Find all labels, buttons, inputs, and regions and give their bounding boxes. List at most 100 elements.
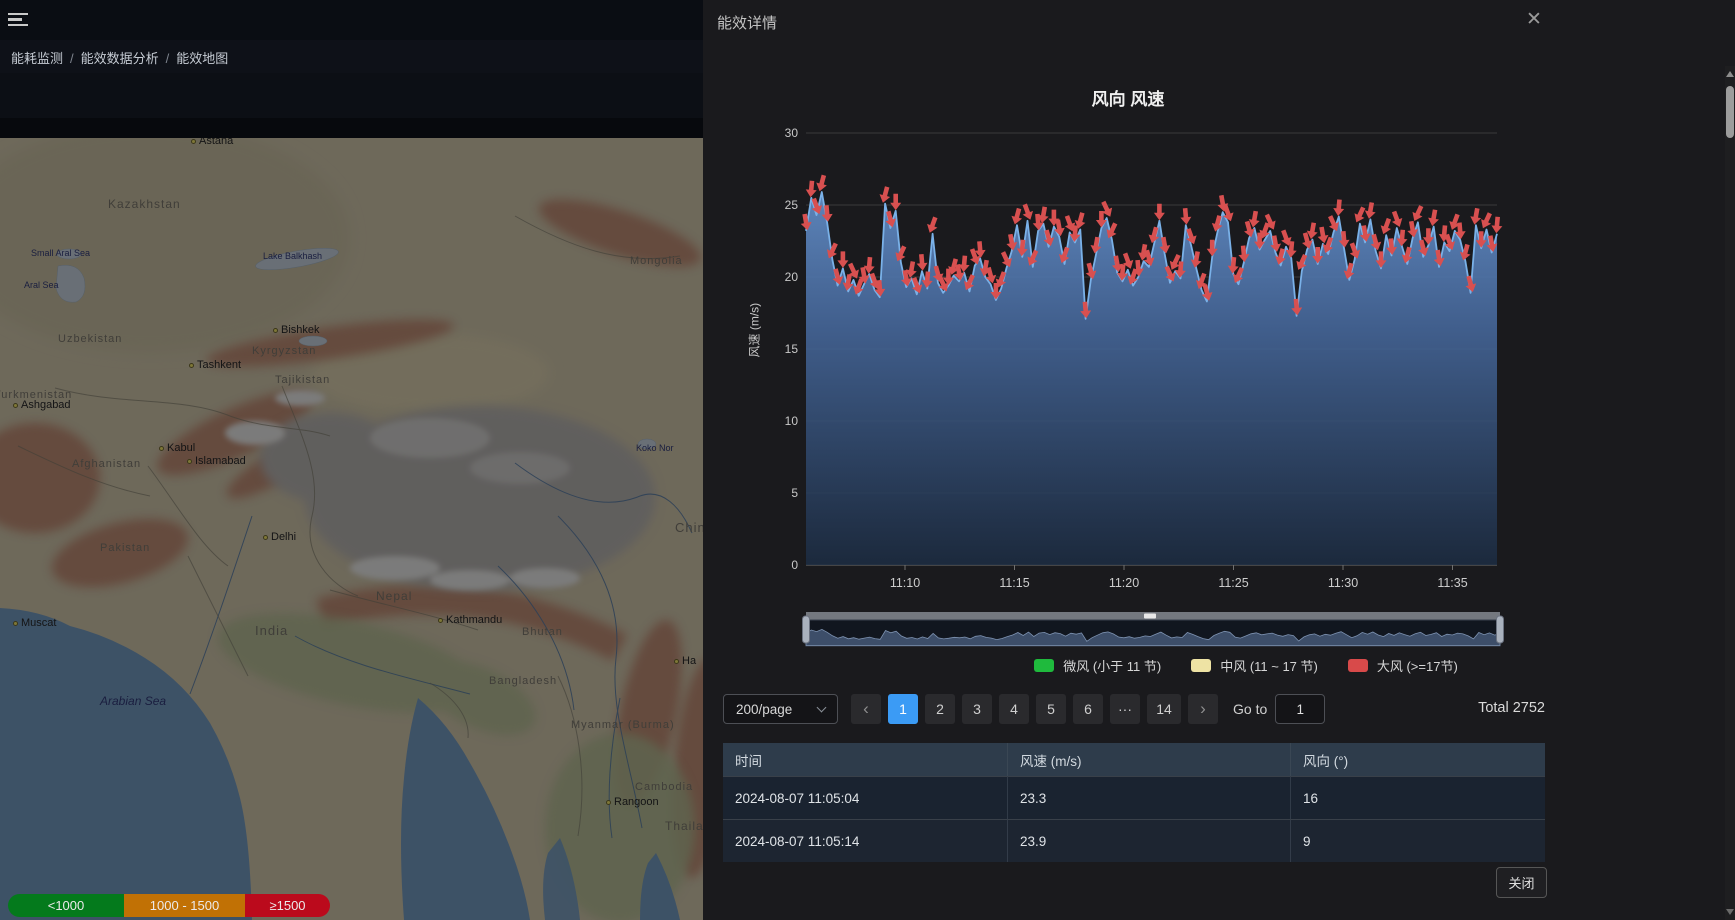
y-tick-label: 15 (785, 342, 799, 356)
legend-item[interactable]: 微风 (小于 11 节) (1034, 656, 1161, 675)
chevron-down-icon (817, 703, 827, 713)
map-legend-segment[interactable]: ≥1500 (245, 894, 330, 917)
y-tick-label: 5 (791, 486, 798, 500)
breadcrumb-item[interactable]: 能效数据分析 (81, 51, 159, 66)
y-tick-label: 30 (785, 126, 799, 140)
city-marker-dot (159, 446, 164, 451)
map-country-label: Mongolia (630, 255, 683, 267)
y-tick-label: 10 (785, 414, 799, 428)
y-tick-label: 20 (785, 270, 799, 284)
y-tick-label: 0 (791, 558, 798, 572)
map-water-label: Arabian Sea (100, 694, 166, 708)
scrollbar[interactable] (1725, 66, 1735, 920)
wind-direction-arrow (1427, 209, 1441, 227)
map-city-label: Bishkek (273, 324, 320, 336)
x-tick-label: 11:20 (1109, 576, 1139, 590)
map-country-label: Nepal (376, 589, 412, 603)
scroll-down-icon[interactable] (1726, 909, 1734, 915)
legend-item[interactable]: 中风 (11 ~ 17 节) (1191, 656, 1318, 675)
wind-direction-arrow (1154, 204, 1165, 221)
datazoom-right-handle[interactable] (1497, 616, 1504, 643)
map-country-label: Kazakhstan (108, 197, 181, 211)
map-city-label: Kathmandu (438, 614, 502, 626)
breadcrumb-item[interactable]: 能效地图 (176, 51, 228, 66)
table-row[interactable]: 2024-08-07 11:05:1423.99 (723, 819, 1545, 862)
map-water-label: Aral Sea (24, 280, 59, 290)
breadcrumb-item[interactable]: 能耗监测 (11, 51, 63, 66)
page-button-14[interactable]: 14 (1147, 694, 1181, 724)
table-row[interactable]: 2024-08-07 11:05:0423.316 (723, 776, 1545, 819)
x-tick-label: 11:35 (1437, 576, 1467, 590)
map-city-label: Delhi (263, 531, 296, 543)
energy-detail-modal: 能效详情 ✕ 风向 风速 风速 (m/s) 05101520253011:101… (703, 0, 1735, 920)
datazoom-grip[interactable] (1144, 614, 1156, 619)
more-pages-button[interactable]: ··· (1110, 694, 1140, 724)
wind-direction-arrow (1378, 217, 1394, 236)
prev-page-button[interactable]: ‹ (851, 694, 881, 724)
map-city-label: Ha (674, 655, 696, 667)
breadcrumb-separator: / (166, 51, 170, 66)
legend-item[interactable]: 大风 (>=17节) (1348, 656, 1458, 675)
city-marker-dot (263, 535, 268, 540)
page-size-select[interactable]: 200/page (723, 694, 838, 724)
map-legend-segment[interactable]: 1000 - 1500 (124, 894, 245, 917)
y-tick-label: 25 (785, 198, 799, 212)
column-header: 时间 (723, 743, 1007, 776)
map-city-label: Kabul (159, 442, 195, 454)
wind-direction-arrow (1333, 199, 1345, 216)
scroll-up-icon[interactable] (1726, 71, 1734, 77)
wind-direction-arrow (1409, 204, 1426, 224)
map-country-label: Pakistan (100, 542, 150, 554)
pagination: 200/page‹123456···14›Go to (723, 694, 1325, 724)
x-tick-label: 11:25 (1218, 576, 1248, 590)
screen: 能耗监测/能效数据分析/能效地图 查询方式 年度查询 年份选择 2024 装载状… (0, 0, 1735, 920)
city-marker-dot (187, 459, 192, 464)
map-country-label: Bangladesh (489, 675, 557, 687)
breadcrumb: 能耗监测/能效数据分析/能效地图 (11, 48, 228, 67)
close-button[interactable]: 关闭 (1496, 867, 1547, 898)
total-count: Total 2752 (1478, 700, 1545, 716)
city-marker-dot (189, 363, 194, 368)
wind-direction-arrow (837, 251, 848, 268)
page-button-1[interactable]: 1 (888, 694, 918, 724)
wind-direction-arrow (1491, 216, 1503, 233)
legend-swatch (1034, 659, 1054, 672)
city-marker-dot (674, 659, 679, 664)
city-marker-dot (273, 328, 278, 333)
legend-swatch (1191, 659, 1211, 672)
city-marker-dot (438, 618, 443, 623)
map-country-label: Tajikistan (275, 374, 330, 386)
page-button-4[interactable]: 4 (999, 694, 1029, 724)
map-country-label: Myanmar (Burma) (571, 719, 675, 731)
wind-direction-arrow (805, 180, 817, 197)
next-page-button[interactable]: › (1188, 694, 1218, 724)
wind-direction-arrow (916, 254, 928, 271)
page-button-5[interactable]: 5 (1036, 694, 1066, 724)
wind-direction-arrow (1180, 208, 1192, 225)
table-header-row: 时间风速 (m/s)风向 (°) (723, 743, 1545, 776)
left-app: 能耗监测/能效数据分析/能效地图 查询方式 年度查询 年份选择 2024 装载状… (0, 0, 703, 920)
filter-bar: 查询方式 年度查询 年份选择 2024 装载状态 装载 (0, 73, 703, 118)
page-button-2[interactable]: 2 (925, 694, 955, 724)
table-cell: 2024-08-07 11:05:14 (723, 819, 1007, 862)
datazoom-left-handle[interactable] (803, 616, 810, 643)
city-marker-dot (606, 800, 611, 805)
wind-direction-arrow (1351, 205, 1368, 225)
table-cell: 23.9 (1007, 819, 1290, 862)
map-water-label: Lake Balkhash (263, 251, 322, 261)
map-city-label: Rangoon (606, 796, 659, 808)
close-icon[interactable]: ✕ (1521, 8, 1547, 31)
chart-y-axis-label: 风速 (m/s) (746, 332, 763, 358)
data-table: 时间风速 (m/s)风向 (°)2024-08-07 11:05:0423.31… (723, 743, 1545, 862)
hamburger-menu-icon[interactable] (8, 13, 28, 28)
map-legend-segment[interactable]: <1000 (8, 894, 124, 917)
map-area[interactable]: KazakhstanMongoliaUzbekistanKyrgyzstanTa… (0, 138, 703, 920)
wind-direction-arrow (1364, 202, 1378, 220)
table-cell: 2024-08-07 11:05:04 (723, 776, 1007, 819)
goto-page-input[interactable] (1275, 694, 1325, 724)
page-button-6[interactable]: 6 (1073, 694, 1103, 724)
scrollbar-thumb[interactable] (1726, 86, 1734, 138)
x-tick-label: 11:30 (1328, 576, 1358, 590)
page-button-3[interactable]: 3 (962, 694, 992, 724)
chart-legend: 微风 (小于 11 节) 中风 (11 ~ 17 节) 大风 (>=17节) (806, 656, 1686, 675)
